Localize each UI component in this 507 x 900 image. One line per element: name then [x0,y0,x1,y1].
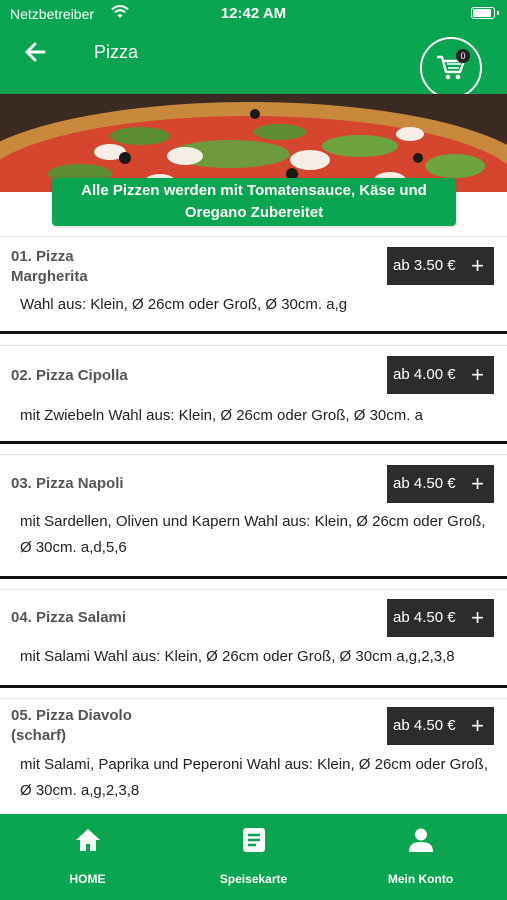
menu-item-pizza-cipolla[interactable]: 02. Pizza Cipolla ab 4.00 € + mit Zwiebe… [0,345,507,444]
cart-button[interactable]: 0 [420,37,482,99]
plus-icon: + [471,605,484,630]
page-title: Pizza [94,42,139,62]
item-name: 05. Pizza Diavolo (scharf) [11,707,132,744]
nav-mein-konto-label: Mein Konto [387,872,454,886]
item-name: 04. Pizza Salami [11,609,127,626]
item-price: ab 4.00 € [393,366,456,383]
menu-card-icon [243,828,265,852]
nav-mein-konto[interactable]: Mein Konto [336,814,505,900]
item-description: mit Salami Wahl aus: Klein, Ø 26cm oder … [20,648,455,665]
item-price: ab 4.50 € [393,609,456,626]
plus-icon: + [471,253,484,278]
item-price: ab 4.50 € [393,475,456,492]
nav-home[interactable]: HOME [3,814,172,900]
status-bar: Netzbetreiber 12:42 AM [0,0,507,26]
nav-home-label: HOME [69,872,106,886]
plus-icon: + [471,362,484,387]
status-time: 12:42 AM [220,5,287,22]
item-description: mit Sardellen, Oliven und Kapern Wahl au… [20,513,486,556]
add-to-cart-button[interactable]: ab 4.50 € + [387,465,494,503]
item-name: 01. Pizza Margherita [11,248,88,285]
item-description: mit Zwiebeln Wahl aus: Klein, Ø 26cm ode… [20,407,423,424]
battery-icon [471,7,499,19]
item-description: Wahl aus: Klein, Ø 26cm oder Groß, Ø 30c… [20,296,348,313]
bottom-navigation: HOME Speisekarte Mein Konto [0,814,507,900]
nav-speisekarte[interactable]: Speisekarte [169,814,338,900]
plus-icon: + [471,471,484,496]
menu-item-pizza-margherita[interactable]: 01. Pizza Margherita ab 3.50 € + Wahl au… [0,236,507,334]
add-to-cart-button[interactable]: ab 3.50 € + [387,247,494,285]
app-header: Pizza 0 [0,26,507,99]
nav-speisekarte-label: Speisekarte [219,872,288,886]
back-button[interactable] [22,38,54,66]
info-banner: Alle Pizzen werden mit Tomatensauce, Käs… [52,178,456,226]
account-icon [409,828,433,852]
menu-item-pizza-napoli[interactable]: 03. Pizza Napoli ab 4.50 € + mit Sardell… [0,454,507,579]
menu-item-pizza-diavolo[interactable]: 05. Pizza Diavolo (scharf) ab 4.50 € + m… [0,698,507,828]
cart-count-badge: 0 [456,49,470,63]
arrow-left-icon [25,42,46,62]
add-to-cart-button[interactable]: ab 4.00 € + [387,356,494,394]
home-icon [76,829,100,851]
item-price: ab 4.50 € [393,717,456,734]
item-name: 02. Pizza Cipolla [11,367,128,384]
item-description: mit Salami, Paprika und Peperoni Wahl au… [20,756,488,799]
item-name: 03. Pizza Napoli [11,475,124,492]
plus-icon: + [471,713,484,738]
item-price: ab 3.50 € [393,257,456,274]
add-to-cart-button[interactable]: ab 4.50 € + [387,707,494,745]
menu-item-pizza-salami[interactable]: 04. Pizza Salami ab 4.50 € + mit Salami … [0,589,507,688]
add-to-cart-button[interactable]: ab 4.50 € + [387,599,494,637]
